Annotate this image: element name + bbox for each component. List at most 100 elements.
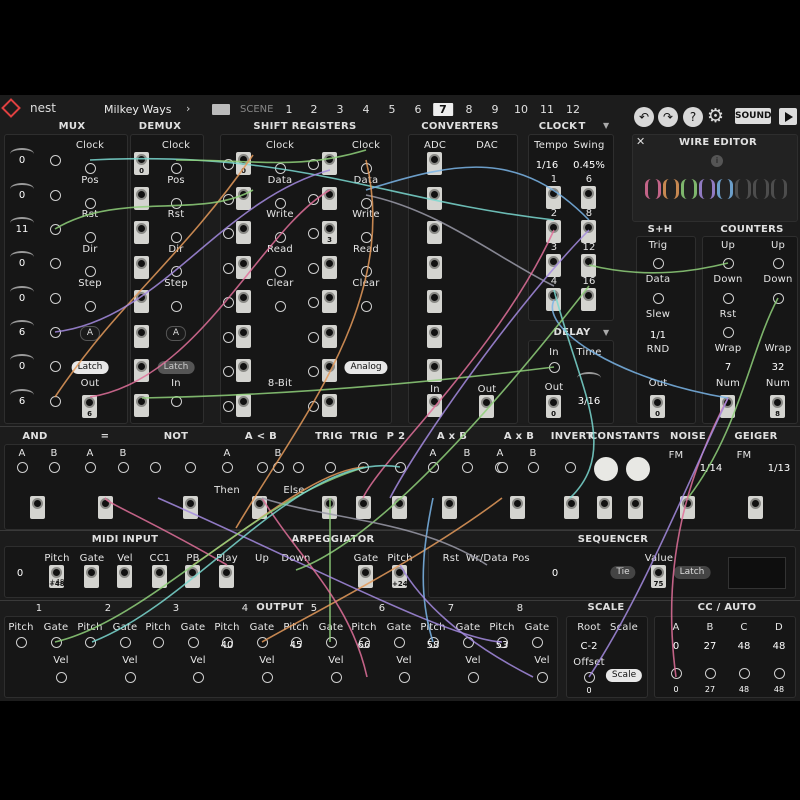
mux-out-jack[interactable]: 6: [82, 395, 97, 418]
cc-port[interactable]: [739, 668, 750, 679]
scene-button-12[interactable]: 12: [566, 103, 580, 116]
scene-button-4[interactable]: 4: [363, 103, 370, 116]
delay-menu-icon[interactable]: ▼: [603, 328, 609, 337]
adc-jack[interactable]: [427, 186, 442, 210]
shift-port[interactable]: [361, 301, 372, 312]
wire-color-swatch[interactable]: [771, 179, 787, 199]
logic-a-port[interactable]: [85, 462, 96, 473]
demux-out-jack[interactable]: [134, 393, 149, 417]
mux-knob[interactable]: [10, 389, 34, 401]
seq-value[interactable]: 0: [552, 568, 558, 579]
mux-knob[interactable]: [10, 148, 34, 160]
delay-time-value[interactable]: 3/16: [578, 396, 600, 407]
cc-port[interactable]: [774, 668, 785, 679]
shift-out-jack[interactable]: [236, 290, 251, 313]
counter-num-jack[interactable]: [720, 395, 735, 418]
mux-input-port[interactable]: [50, 293, 61, 304]
shift-port[interactable]: [361, 266, 372, 277]
mux-knob[interactable]: [10, 286, 34, 298]
demux-out-jack[interactable]: [134, 359, 149, 382]
shift-out-jack[interactable]: [236, 393, 251, 417]
arp-pitch-jack[interactable]: +24: [392, 565, 408, 588]
logic-a-port[interactable]: [222, 462, 233, 473]
counter-port[interactable]: [723, 327, 734, 338]
midi-jack[interactable]: [117, 565, 132, 588]
mux-input-port[interactable]: [50, 396, 61, 407]
scene-button-9[interactable]: 9: [492, 103, 499, 116]
scale-button[interactable]: Scale: [605, 669, 643, 682]
adc-jack[interactable]: [427, 152, 442, 175]
logic-out-jack[interactable]: [30, 496, 45, 519]
sh-data-port[interactable]: [653, 293, 664, 304]
shift-out-jack[interactable]: [322, 324, 337, 348]
shift-port[interactable]: [275, 163, 286, 174]
mux-knob[interactable]: [10, 320, 34, 332]
clock-out-jack[interactable]: [546, 186, 561, 209]
channel-gate-port[interactable]: [394, 637, 405, 648]
sh-out-jack[interactable]: 0: [650, 395, 665, 418]
shift-out-jack[interactable]: [236, 221, 251, 244]
shift-led[interactable]: [223, 366, 234, 377]
logic-out-jack[interactable]: [322, 496, 337, 519]
scene-button-1[interactable]: 1: [286, 103, 293, 116]
counter-port[interactable]: [723, 258, 734, 269]
counter-port[interactable]: [773, 258, 784, 269]
shift-out-jack[interactable]: 3: [322, 221, 337, 244]
channel-vel-port[interactable]: [468, 672, 479, 683]
seq-bars[interactable]: [728, 557, 786, 589]
channel-pitch-port[interactable]: [153, 637, 164, 648]
logic-port[interactable]: [150, 462, 161, 473]
channel-gate-port[interactable]: [257, 637, 268, 648]
logic-out-jack[interactable]: [748, 496, 763, 519]
counter-port[interactable]: [723, 293, 734, 304]
logic-b-port[interactable]: [49, 462, 60, 473]
close-icon[interactable]: ✕: [636, 135, 645, 148]
channel-pitch-value[interactable]: 40: [221, 640, 234, 651]
mux-input-port[interactable]: [50, 155, 61, 166]
redo-icon[interactable]: ↷: [658, 107, 678, 127]
shift-out-jack[interactable]: 0: [236, 152, 251, 175]
shift-out-jack[interactable]: [236, 359, 251, 382]
scene-menu-icon[interactable]: [212, 104, 230, 115]
demux-port[interactable]: [171, 232, 182, 243]
logic-port[interactable]: [565, 462, 576, 473]
logic-port[interactable]: [395, 462, 406, 473]
channel-vel-port[interactable]: [399, 672, 410, 683]
demux-out-jack[interactable]: [134, 186, 149, 210]
shift-led[interactable]: [308, 262, 319, 274]
logic-out-jack[interactable]: [442, 496, 457, 519]
counter-port[interactable]: [773, 293, 784, 304]
channel-vel-port[interactable]: [331, 672, 342, 683]
shift-port[interactable]: [361, 198, 372, 209]
channel-vel-port[interactable]: [262, 672, 273, 683]
cc-value[interactable]: 0: [673, 641, 679, 652]
mux-knob[interactable]: [10, 217, 34, 229]
channel-gate-port[interactable]: [188, 637, 199, 648]
demux-out-jack[interactable]: 0: [134, 152, 149, 175]
constant-knob-b[interactable]: [626, 457, 650, 481]
shift-led[interactable]: [223, 262, 234, 274]
patch-name[interactable]: Milkey Ways: [104, 103, 172, 116]
clock-out-jack[interactable]: [581, 254, 596, 277]
mux-knob[interactable]: [10, 251, 34, 263]
channel-vel-port[interactable]: [56, 672, 67, 683]
clock-out-jack[interactable]: [546, 288, 561, 311]
logic-port[interactable]: [325, 462, 336, 473]
counter-wrap2[interactable]: 32: [772, 362, 785, 373]
shift-led[interactable]: [308, 400, 319, 412]
logic-b-port[interactable]: [462, 462, 473, 473]
channel-vel-port[interactable]: [125, 672, 136, 683]
patch-next-icon[interactable]: ›: [186, 102, 190, 115]
cc-port[interactable]: [705, 668, 716, 679]
mux-input-port[interactable]: [50, 258, 61, 269]
constant-knob-a[interactable]: [594, 457, 618, 481]
shift-led[interactable]: [223, 297, 234, 308]
demux-out-jack[interactable]: [134, 255, 149, 279]
logic-out-jack[interactable]: [183, 496, 198, 519]
shift-led[interactable]: [308, 366, 319, 377]
gear-icon[interactable]: ⚙: [707, 105, 724, 127]
channel-pitch-port[interactable]: [16, 637, 27, 648]
shift-out-jack[interactable]: [236, 324, 251, 348]
info-icon[interactable]: i: [711, 155, 723, 167]
shift-out-jack[interactable]: [322, 359, 337, 382]
